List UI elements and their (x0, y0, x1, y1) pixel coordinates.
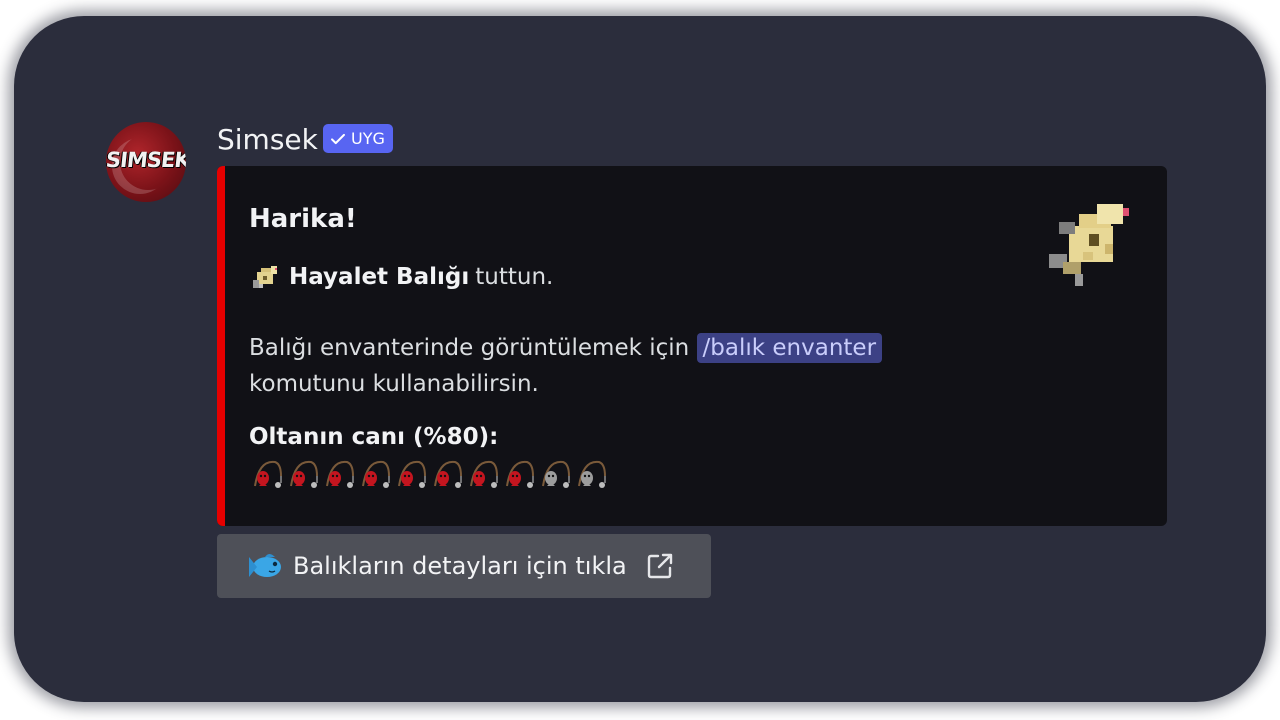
durability-bar (249, 456, 609, 492)
fish-icon (249, 554, 281, 577)
embed-card: Harika! Hayalet Balığı tuttun. Balığı en… (217, 166, 1167, 526)
check-icon (331, 133, 345, 144)
red-rod-icon (254, 460, 282, 488)
ghost-fish-icon (253, 266, 277, 288)
command-mention[interactable]: /balık envanter (696, 333, 883, 363)
durability-label: Oltanın canı (%80): (249, 424, 499, 450)
author-name[interactable]: Simsek (217, 122, 318, 158)
fish-name: Hayalet Balığı (289, 264, 470, 290)
gray-rod-icon (542, 460, 570, 488)
gray-rod-icon (578, 460, 606, 488)
inventory-text-after: komutunu kullanabilirsin. (249, 371, 539, 397)
fish-details-button[interactable]: Balıkların detayları için tıkla (217, 534, 711, 598)
app-badge: UYG (323, 124, 393, 153)
red-rod-icon (398, 460, 426, 488)
inventory-hint: Balığı envanterinde görüntülemek için /b… (249, 330, 949, 402)
embed-accent-bar (217, 166, 225, 526)
red-rod-icon (362, 460, 390, 488)
red-rod-icon (290, 460, 318, 488)
avatar-text: SIMSEK (106, 148, 186, 172)
red-rod-icon (326, 460, 354, 488)
inventory-text-before: Balığı envanterinde görüntülemek için (249, 335, 690, 361)
catch-suffix: tuttun. (475, 264, 554, 290)
embed-title: Harika! (249, 204, 357, 234)
external-link-icon (647, 553, 672, 579)
avatar[interactable]: SIMSEK (106, 122, 186, 202)
ghost-fish-icon (1049, 204, 1129, 286)
button-label: Balıkların detayları için tıkla (293, 552, 627, 580)
badge-label: UYG (351, 129, 385, 148)
red-rod-icon (434, 460, 462, 488)
catch-line: Hayalet Balığı tuttun. (249, 260, 553, 294)
red-rod-icon (506, 460, 534, 488)
red-rod-icon (470, 460, 498, 488)
